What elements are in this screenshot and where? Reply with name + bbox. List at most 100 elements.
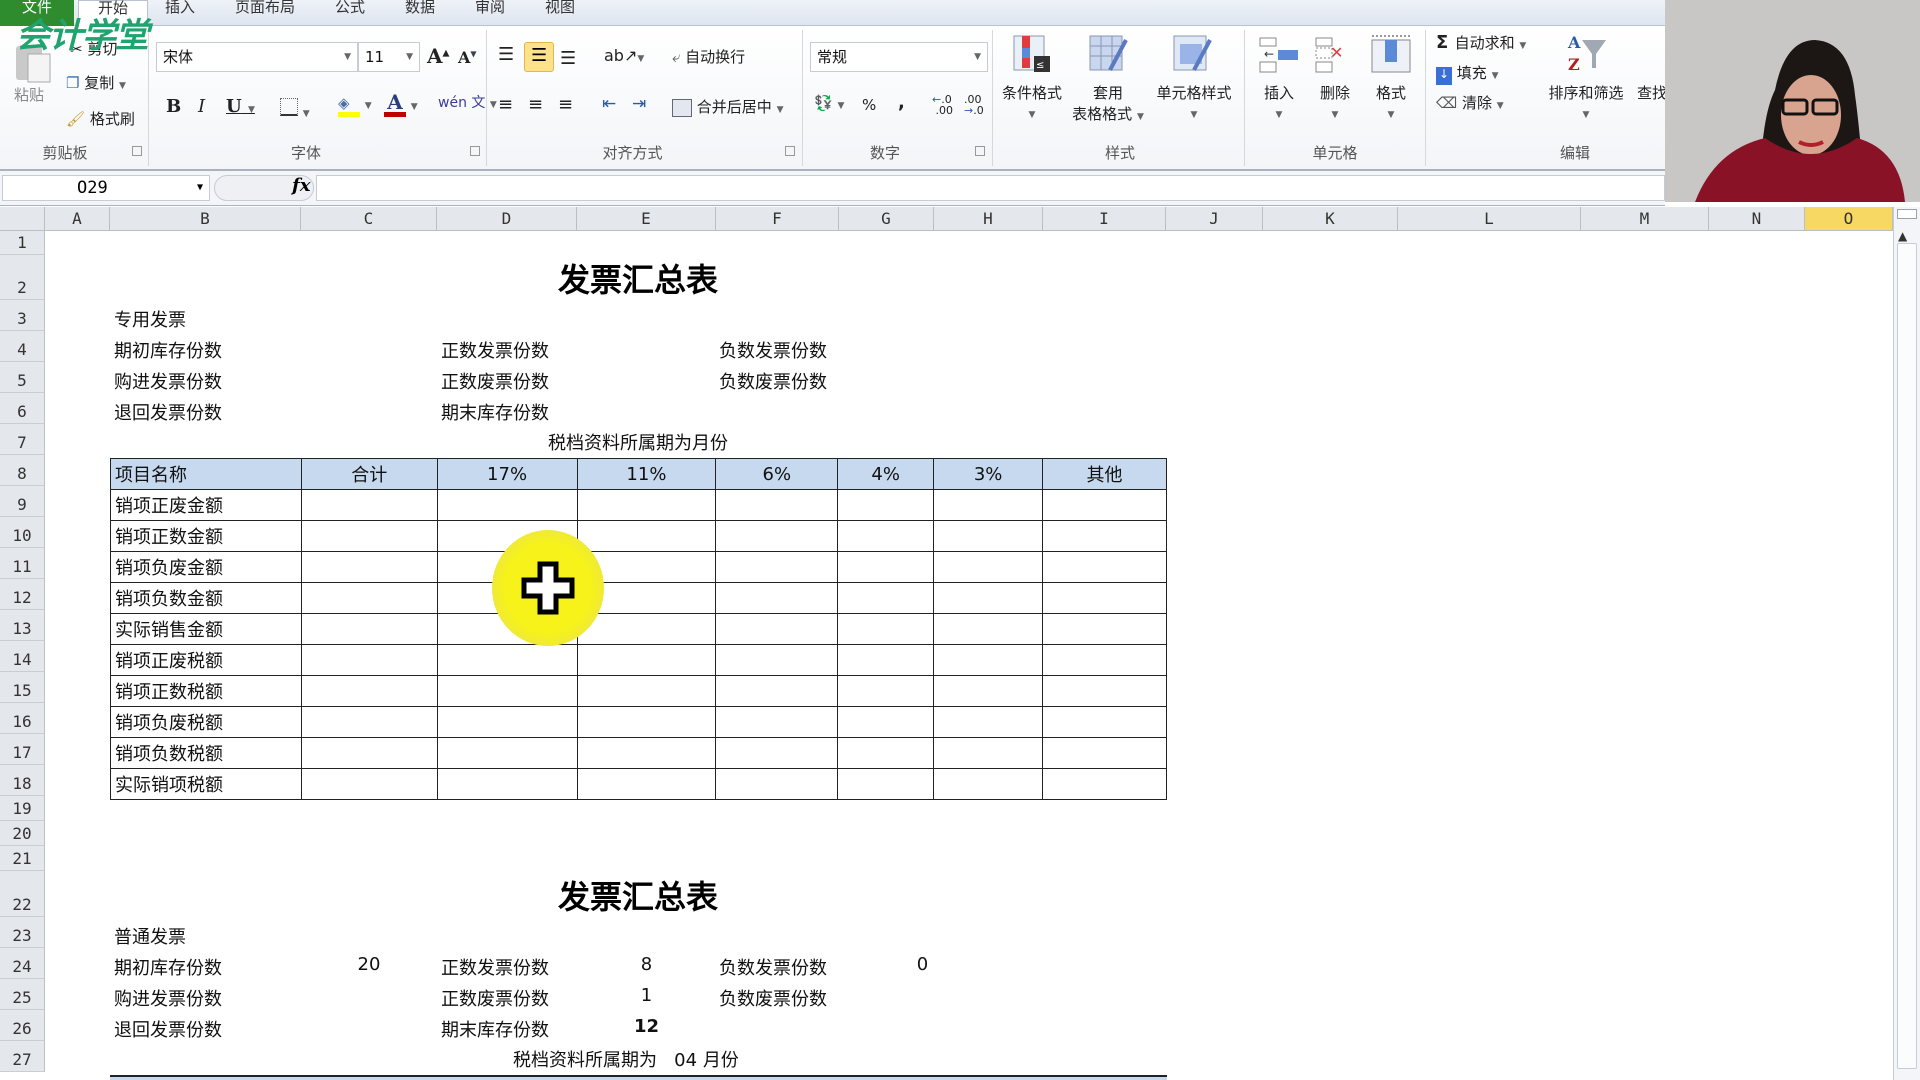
row-label-cell[interactable]: 销项正数金额 [110, 520, 302, 552]
value-cell[interactable] [1042, 551, 1167, 583]
value-cell[interactable] [300, 706, 438, 738]
decrease-decimal-button[interactable]: .00 →.0 [964, 94, 984, 116]
row-header-15[interactable]: 15 [0, 672, 45, 703]
row-header-24[interactable]: 24 [0, 948, 45, 979]
row-header-19[interactable]: 19 [0, 796, 45, 821]
closing-stock-value[interactable]: 12 [577, 1016, 716, 1037]
negative-issued-value[interactable]: 0 [839, 954, 1006, 975]
value-cell[interactable] [1042, 582, 1167, 614]
value-cell[interactable] [933, 582, 1044, 614]
phonetic-button[interactable]: wén 文 ▼ [438, 92, 497, 112]
insert-function-button[interactable]: fx [292, 175, 310, 196]
align-right-button[interactable]: ≡ [558, 94, 573, 115]
scrollbar-thumb[interactable] [1897, 243, 1917, 1069]
column-header-n[interactable]: N [1709, 207, 1805, 231]
alignment-launcher-icon[interactable] [785, 146, 795, 156]
font-launcher-icon[interactable] [470, 146, 480, 156]
row-header-22[interactable]: 22 [0, 871, 45, 917]
value-cell[interactable] [933, 644, 1044, 676]
row-header-20[interactable]: 20 [0, 821, 45, 846]
value-cell[interactable] [576, 644, 717, 676]
value-cell[interactable] [576, 675, 717, 707]
value-cell[interactable] [436, 489, 578, 521]
column-header-o[interactable]: O [1805, 207, 1893, 231]
row-header-5[interactable]: 5 [0, 362, 45, 393]
row-header-6[interactable]: 6 [0, 393, 45, 424]
value-cell[interactable] [715, 582, 839, 614]
value-cell[interactable] [837, 613, 935, 645]
value-cell[interactable] [837, 706, 935, 738]
value-cell[interactable] [715, 644, 839, 676]
value-cell[interactable] [300, 737, 438, 769]
value-cell[interactable] [576, 737, 717, 769]
value-cell[interactable] [715, 551, 839, 583]
font-name-select[interactable]: 宋体 ▼ [156, 42, 358, 72]
conditional-format-button[interactable]: 条件格式 ▼ [1000, 82, 1064, 121]
value-cell[interactable] [837, 768, 935, 800]
value-cell[interactable] [715, 489, 839, 521]
value-cell[interactable] [1042, 737, 1167, 769]
row-header-11[interactable]: 11 [0, 548, 45, 579]
value-cell[interactable] [1042, 489, 1167, 521]
value-cell[interactable] [715, 675, 839, 707]
value-cell[interactable] [436, 706, 578, 738]
value-cell[interactable] [1042, 520, 1167, 552]
tab-page-layout[interactable]: 页面布局 [235, 0, 295, 26]
grow-font-button[interactable]: A▲ [427, 44, 449, 68]
value-cell[interactable] [933, 551, 1044, 583]
row-header-23[interactable]: 23 [0, 917, 45, 948]
accounting-format-button[interactable]: 💱 ▼ [814, 94, 844, 112]
font-size-select[interactable]: 11 ▼ [358, 42, 420, 72]
column-header-b[interactable]: B [110, 207, 301, 231]
column-header-a[interactable]: A [45, 207, 110, 231]
bold-button[interactable]: B [166, 96, 181, 117]
format-painter-button[interactable]: 🖌 格式刷 [66, 108, 135, 129]
value-cell[interactable] [436, 768, 578, 800]
column-header-i[interactable]: I [1043, 207, 1166, 231]
autosum-button[interactable]: Σ 自动求和 ▼ [1436, 32, 1526, 53]
row-header-16[interactable]: 16 [0, 703, 45, 734]
column-header-m[interactable]: M [1581, 207, 1709, 231]
align-middle-button[interactable]: ☰ [524, 42, 554, 72]
table-header-cell[interactable]: 11% [576, 458, 717, 490]
value-cell[interactable] [300, 644, 438, 676]
percent-button[interactable]: % [862, 96, 876, 114]
value-cell[interactable] [436, 675, 578, 707]
column-header-l[interactable]: L [1398, 207, 1581, 231]
tab-data[interactable]: 数据 [405, 0, 435, 26]
value-cell[interactable] [715, 706, 839, 738]
row-label-cell[interactable]: 实际销售金额 [110, 613, 302, 645]
decrease-indent-button[interactable]: ⇤ [602, 94, 616, 114]
row-header-7[interactable]: 7 [0, 424, 45, 455]
row-label-cell[interactable]: 销项正废税额 [110, 644, 302, 676]
borders-button[interactable]: ▼ [280, 98, 310, 120]
select-all-button[interactable] [0, 207, 45, 231]
format-as-table-button[interactable]: 套用 表格格式 ▼ [1066, 82, 1150, 124]
value-cell[interactable] [933, 520, 1044, 552]
value-cell[interactable] [300, 551, 438, 583]
row-header-27[interactable]: 27 [0, 1041, 45, 1072]
tab-view[interactable]: 视图 [545, 0, 575, 26]
format-button[interactable]: 格式 ▼ [1366, 82, 1416, 121]
value-cell[interactable] [300, 489, 438, 521]
row-label-cell[interactable]: 销项负数税额 [110, 737, 302, 769]
row-header-2[interactable]: 2 [0, 255, 45, 300]
column-header-f[interactable]: F [716, 207, 839, 231]
underline-button[interactable]: U ▼ [226, 96, 255, 117]
align-bottom-button[interactable]: ☰ [560, 48, 576, 69]
row-header-3[interactable]: 3 [0, 300, 45, 331]
align-top-button[interactable]: ☰ [498, 44, 514, 65]
tab-formulas[interactable]: 公式 [335, 0, 365, 26]
row-label-cell[interactable]: 销项正数税额 [110, 675, 302, 707]
tab-insert[interactable]: 插入 [165, 0, 195, 26]
value-cell[interactable] [1042, 675, 1167, 707]
value-cell[interactable] [1042, 644, 1167, 676]
row-header-26[interactable]: 26 [0, 1010, 45, 1041]
value-cell[interactable] [837, 644, 935, 676]
row-header-13[interactable]: 13 [0, 610, 45, 641]
number-launcher-icon[interactable] [975, 146, 985, 156]
row-header-10[interactable]: 10 [0, 517, 45, 548]
value-cell[interactable] [837, 551, 935, 583]
row-header-25[interactable]: 25 [0, 979, 45, 1010]
value-cell[interactable] [576, 768, 717, 800]
